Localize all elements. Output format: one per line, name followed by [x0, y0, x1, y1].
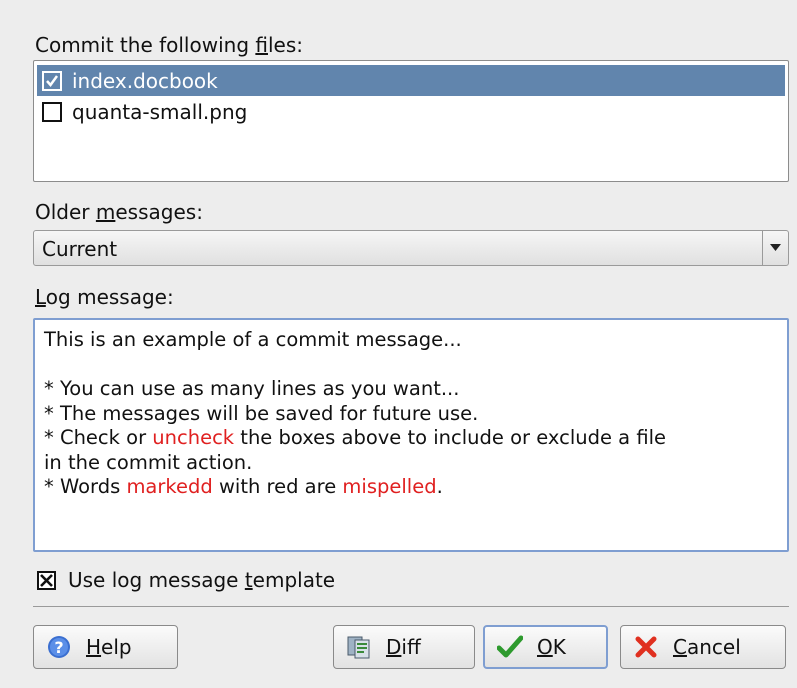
file-list[interactable]: index.docbook quanta-small.png	[33, 60, 789, 182]
log-message-line: This is an example of a commit message..…	[44, 328, 781, 353]
message-text: * The messages will be saved for future …	[44, 401, 479, 425]
older-messages-dropdown[interactable]: Current	[33, 230, 789, 266]
log-message-line: * Words markedd with red are mispelled.	[44, 475, 781, 500]
diff-button-label: Diff	[386, 635, 421, 659]
file-checkbox[interactable]	[42, 70, 62, 91]
log-message-textarea[interactable]: This is an example of a commit message..…	[33, 318, 789, 552]
message-text: * You can use as many lines as you want.…	[44, 377, 460, 400]
message-text: * Words	[44, 475, 127, 498]
message-text: .	[436, 475, 443, 498]
file-item-index-docbook[interactable]: index.docbook	[37, 65, 785, 96]
help-button-label: Help	[86, 635, 132, 659]
log-message-line: in the commit action.	[44, 451, 781, 476]
misspelled-word: mispelled	[342, 475, 437, 498]
checkmark-icon	[497, 634, 523, 660]
ok-button-label: OK	[537, 635, 566, 659]
message-text: in the commit action.	[44, 450, 253, 474]
message-text: the boxes above to include or exclude a …	[234, 426, 667, 449]
dropdown-arrow-button[interactable]	[762, 231, 788, 265]
file-name: index.docbook	[72, 68, 218, 93]
check-icon	[46, 74, 59, 87]
ok-button[interactable]: OK	[483, 625, 608, 669]
chevron-down-icon	[770, 244, 781, 251]
file-item-quanta-small-png[interactable]: quanta-small.png	[37, 96, 785, 127]
file-name: quanta-small.png	[72, 99, 248, 124]
cancel-button[interactable]: Cancel	[620, 625, 786, 669]
help-icon: ?	[46, 634, 72, 660]
message-text: with red are	[212, 475, 343, 498]
log-message-line: * The messages will be saved for future …	[44, 402, 781, 427]
log-message-line	[44, 353, 781, 378]
misspelled-word: uncheck	[152, 426, 235, 449]
log-message-label: Log message:	[35, 285, 174, 309]
cancel-x-icon	[633, 634, 659, 660]
separator	[33, 606, 789, 607]
file-checkbox[interactable]	[42, 101, 62, 122]
log-message-line: * You can use as many lines as you want.…	[44, 377, 781, 402]
dropdown-value: Current	[42, 237, 118, 261]
diff-button[interactable]: Diff	[333, 625, 475, 669]
cancel-button-label: Cancel	[673, 635, 741, 659]
message-text: This is an example of a commit message..…	[44, 328, 462, 351]
use-template-checkbox[interactable]: Use log message template	[37, 568, 335, 592]
message-text: * Check or	[44, 426, 153, 449]
svg-text:?: ?	[54, 638, 63, 657]
x-mark-icon	[40, 573, 53, 587]
misspelled-word: markedd	[126, 475, 213, 498]
use-template-label: Use log message template	[68, 568, 336, 592]
help-button[interactable]: ? Help	[33, 625, 178, 669]
diff-icon	[346, 634, 372, 660]
older-messages-label: Older messages:	[35, 200, 203, 224]
checkbox[interactable]	[37, 570, 56, 590]
files-label: Commit the following files:	[35, 33, 304, 57]
log-message-line: * Check or uncheck the boxes above to in…	[44, 426, 781, 451]
